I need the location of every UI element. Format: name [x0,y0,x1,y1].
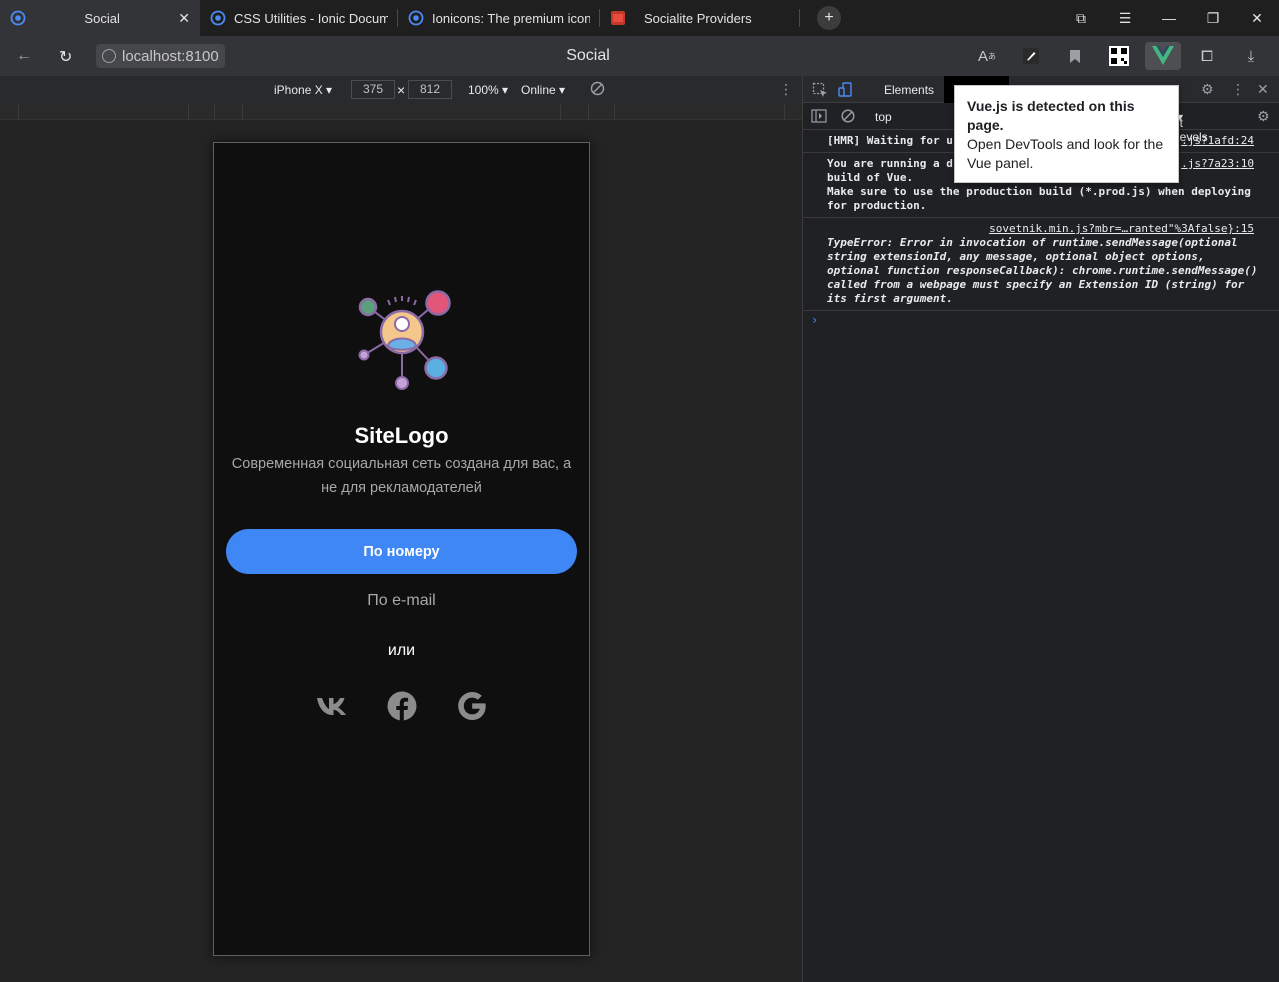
login-by-phone-button[interactable]: По номеру [226,529,577,574]
tagline: Современная социальная сеть создана для … [231,456,572,496]
width-input[interactable]: 375 [351,80,395,99]
rotate-icon[interactable] [590,81,605,99]
message-source-link[interactable]: .js?1afd:24 [1181,134,1254,148]
message-text: TypeError: Error in invocation of runtim… [827,236,1258,305]
tab-socialite-providers[interactable]: Socialite Providers [600,0,800,36]
tab-title: Socialite Providers [644,10,752,26]
tooltip-body: Open DevTools and look for the Vue panel… [967,136,1164,171]
tab-list-icon[interactable]: ☰ [1103,10,1147,27]
dimension-separator: × [397,82,406,98]
device-toggle-icon[interactable] [838,82,854,98]
message-source-link[interactable]: sovetnik.min.js?mbr=…ranted"%3Afalse}:15 [827,222,1258,236]
bookmark-icon[interactable] [1057,42,1093,70]
minimize-icon[interactable]: — [1147,10,1191,26]
console-settings-icon[interactable]: ⚙ [1257,108,1270,125]
qr-code-icon[interactable] [1101,42,1137,70]
ionic-icon [210,10,226,26]
console-message: sovetnik.min.js?mbr=…ranted"%3Afalse}:15… [803,218,1279,311]
facebook-icon[interactable] [385,689,419,723]
collections-icon[interactable]: ⧉ [1059,10,1103,27]
extensions-icon[interactable]: ⧠ [1189,42,1225,70]
browser-toolbar: ← ↻ localhost:8100 Social Aあ ⧠ ⤓ [0,36,1279,76]
inspect-element-icon[interactable] [812,82,828,98]
devtools-more-icon[interactable]: ⋮ [1231,81,1245,98]
sp-icon [610,10,626,26]
device-viewport-area: iPhone X ▾ 375 × 812 100% ▾ Online ▾ ⋮ S… [0,76,802,982]
clear-console-icon[interactable] [841,109,855,126]
device-select[interactable]: iPhone X ▾ [274,83,332,97]
ionic-icon [10,10,26,26]
new-tab-button[interactable]: + [817,6,841,30]
ionic-icon [408,10,424,26]
login-by-email-link[interactable]: По e-mail [214,592,589,610]
tooltip-title: Vue.js is detected on this page. [967,98,1135,133]
devtools-panel: Elements ⚙ ⋮ ✕ top lt levels ▾ ⚙ .js?1af… [802,76,1279,982]
site-logo-text: SiteLogo [354,423,449,448]
device-screen: SiteLogo Современная социальная сеть соз… [213,142,590,956]
tab-title: Social [84,10,120,26]
context-select[interactable]: top [875,110,892,124]
translate-icon[interactable]: Aあ [969,42,1005,70]
zoom-select[interactable]: 100% ▾ [468,83,508,97]
download-icon[interactable]: ⤓ [1233,42,1269,70]
tab-strip: Social ✕ CSS Utilities - Ionic Documenta… [0,0,1279,36]
close-icon[interactable]: ✕ [178,10,190,27]
brush-extension-icon[interactable] [1013,42,1049,70]
vue-devtools-icon[interactable] [1145,42,1181,70]
social-network-logo [358,290,451,390]
media-query-ruler [0,104,802,120]
or-divider: или [387,642,416,659]
close-window-icon[interactable]: ✕ [1235,10,1279,27]
device-toolbar: iPhone X ▾ 375 × 812 100% ▾ Online ▾ ⋮ [0,76,802,104]
message-source-link[interactable]: .js?7a23:10 [1181,157,1254,171]
tab-title: CSS Utilities - Ionic Documentation [234,10,388,26]
tab-social[interactable]: Social ✕ [0,0,200,36]
sidebar-toggle-icon[interactable] [811,109,827,126]
more-options-icon[interactable]: ⋮ [779,81,793,98]
tab-ionicons[interactable]: Ionicons: The premium icon pack [398,0,600,36]
settings-gear-icon[interactable]: ⚙ [1201,81,1214,98]
close-devtools-icon[interactable]: ✕ [1257,81,1269,98]
tab-title: Ionicons: The premium icon pack [432,10,590,26]
window-controls: ⧉ ☰ — ❐ ✕ [1059,0,1279,36]
restore-icon[interactable]: ❐ [1191,10,1235,27]
vk-icon[interactable] [315,689,349,723]
console-prompt[interactable]: › [803,311,1279,327]
tab-css-utilities[interactable]: CSS Utilities - Ionic Documentation [200,0,398,36]
google-icon[interactable] [455,689,489,723]
network-select[interactable]: Online ▾ [521,83,565,97]
vue-detected-tooltip: Vue.js is detected on this page. Open De… [954,85,1179,183]
height-input[interactable]: 812 [408,80,452,99]
tab-elements[interactable]: Elements [884,83,934,97]
extension-icons: Aあ ⧠ ⤓ [969,42,1269,70]
